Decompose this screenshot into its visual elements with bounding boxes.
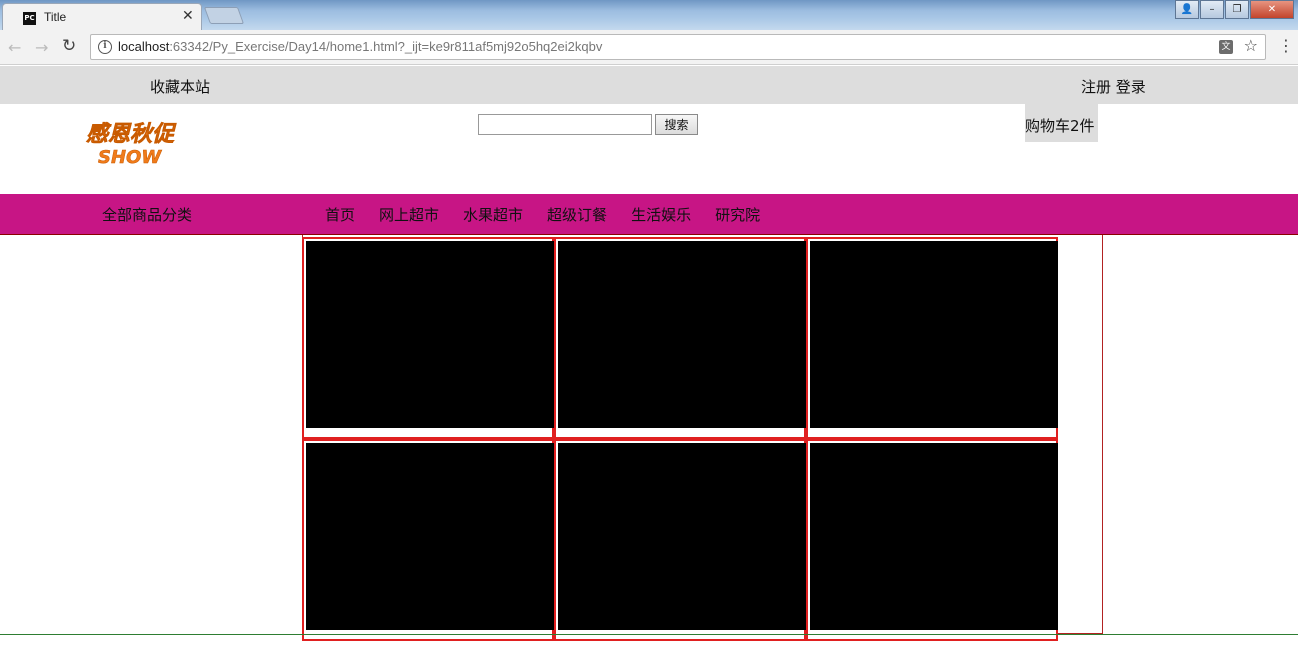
login-link[interactable]: 登录 <box>1116 78 1146 96</box>
product-card[interactable] <box>554 439 806 641</box>
register-link[interactable]: 注册 <box>1081 78 1111 96</box>
product-image[interactable] <box>810 241 1058 428</box>
product-card[interactable] <box>806 439 1058 641</box>
tab-title: Title <box>44 10 67 24</box>
back-arrow-icon[interactable]: ← <box>8 38 21 57</box>
nav-link-home[interactable]: 首页 <box>325 204 355 225</box>
close-icon[interactable]: ✕ <box>182 8 194 24</box>
info-icon[interactable]: i <box>98 40 112 54</box>
url-text[interactable]: localhost:63342/Py_Exercise/Day14/home1.… <box>118 39 602 54</box>
window-titlebar: PC Title ✕ 👤 – ❐ ✕ <box>0 0 1298 30</box>
nav-link-fruit-market[interactable]: 水果超市 <box>463 204 523 225</box>
product-card[interactable] <box>302 439 554 641</box>
all-categories-link[interactable]: 全部商品分类 <box>102 204 192 225</box>
menu-icon[interactable]: ⋮ <box>1278 38 1294 54</box>
search-button[interactable]: 搜索 <box>655 114 698 135</box>
logo-line2: SHOW <box>98 147 162 168</box>
pycharm-icon: PC <box>23 12 36 25</box>
auth-links: 注册 登录 <box>1081 76 1146 97</box>
product-image[interactable] <box>558 241 806 428</box>
product-image[interactable] <box>306 443 554 630</box>
bottom-divider <box>0 634 1298 635</box>
logo[interactable]: 感恩秋促 SHOW <box>84 118 196 168</box>
browser-toolbar: ← → ↻ i localhost:63342/Py_Exercise/Day1… <box>0 30 1298 65</box>
new-tab-button[interactable] <box>203 7 245 24</box>
main-nav: 全部商品分类 首页 网上超市 水果超市 超级订餐 生活娱乐 研究院 <box>0 194 1298 234</box>
user-icon[interactable]: 👤 <box>1175 0 1199 19</box>
product-card[interactable] <box>554 237 806 439</box>
minimize-icon[interactable]: – <box>1200 0 1224 19</box>
nav-link-online-market[interactable]: 网上超市 <box>379 204 439 225</box>
nav-link-institute[interactable]: 研究院 <box>715 204 760 225</box>
search-input[interactable] <box>478 114 652 135</box>
product-image[interactable] <box>306 241 554 428</box>
product-image[interactable] <box>810 443 1058 630</box>
cart-link[interactable]: 购物车2件 <box>1025 104 1098 142</box>
browser-tab[interactable]: PC Title ✕ <box>2 3 202 30</box>
url-path: :63342/Py_Exercise/Day14/home1.html?_ijt… <box>169 39 603 54</box>
product-card[interactable] <box>302 237 554 439</box>
favorite-link[interactable]: 收藏本站 <box>150 76 210 97</box>
translate-icon[interactable]: 文 <box>1219 40 1233 54</box>
nav-link-super-order[interactable]: 超级订餐 <box>547 204 607 225</box>
product-grid <box>302 235 1103 641</box>
star-icon[interactable]: ☆ <box>1244 36 1258 55</box>
top-bar: 收藏本站 注册 登录 <box>0 66 1298 104</box>
web-page: 收藏本站 注册 登录 感恩秋促 SHOW 搜索 购物车2件 全部商品分类 首页 … <box>0 66 1298 645</box>
product-card[interactable] <box>806 237 1058 439</box>
window-controls: 👤 – ❐ ✕ <box>1174 0 1294 19</box>
nav-links: 首页 网上超市 水果超市 超级订餐 生活娱乐 研究院 <box>325 204 784 225</box>
url-host: localhost <box>118 39 170 54</box>
window-close-icon[interactable]: ✕ <box>1250 0 1294 19</box>
address-bar[interactable]: i localhost:63342/Py_Exercise/Day14/home… <box>90 34 1266 60</box>
reload-icon[interactable]: ↻ <box>62 36 76 56</box>
nav-link-life-entertainment[interactable]: 生活娱乐 <box>631 204 691 225</box>
logo-line1: 感恩秋促 <box>86 122 177 147</box>
page-header: 感恩秋促 SHOW 搜索 购物车2件 <box>0 104 1298 194</box>
restore-icon[interactable]: ❐ <box>1225 0 1249 19</box>
forward-arrow-icon[interactable]: → <box>35 38 48 57</box>
product-image[interactable] <box>558 443 806 630</box>
